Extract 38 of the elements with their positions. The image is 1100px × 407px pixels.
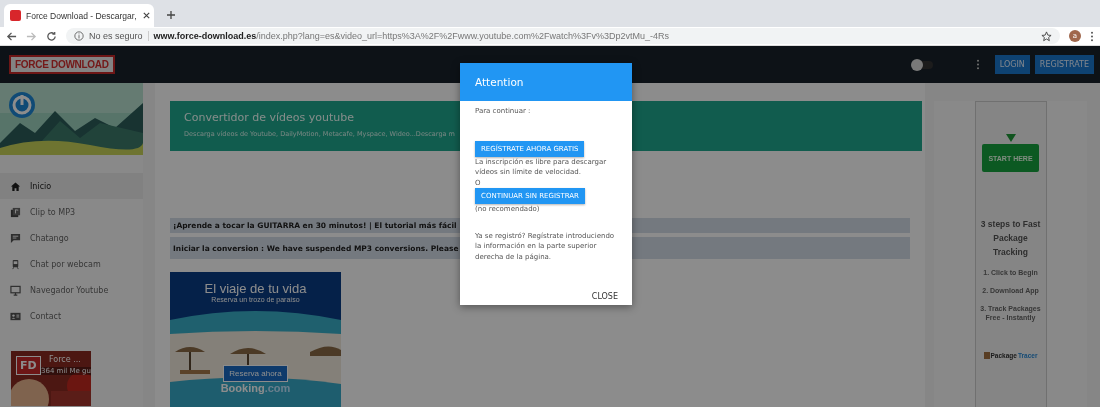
sidebar-item[interactable]: Contact <box>0 303 143 329</box>
dialog-title: Attention <box>475 76 524 88</box>
page-logo: FD <box>16 356 41 375</box>
sidebar-item[interactable]: Clip to MP3 <box>0 199 143 225</box>
menu-icon[interactable] <box>1090 30 1094 42</box>
webcam-icon <box>10 258 21 270</box>
down-arrow-icon <box>1005 134 1016 142</box>
back-icon[interactable] <box>6 30 17 42</box>
close-button[interactable]: CLOSE <box>591 290 618 303</box>
browser-tab[interactable]: Force Download - Descargar, <box>4 4 154 27</box>
contact-card-icon <box>10 310 21 322</box>
page-title: Convertidor de vídeos youtube <box>184 111 356 124</box>
toggle-switch[interactable] <box>912 60 933 69</box>
ad-brand: Booking.com <box>220 382 291 394</box>
tab-title: Force Download - Descargar, <box>26 10 137 21</box>
reserve-button[interactable]: Reserva ahora <box>223 365 288 382</box>
site-logo[interactable]: FORCE DOWNLOAD <box>9 55 115 74</box>
chat-icon <box>10 232 21 244</box>
sidebar-item[interactable]: Navegador Youtube <box>0 277 143 303</box>
home-icon <box>10 180 21 192</box>
header-button[interactable]: REGISTRATE <box>1034 55 1094 74</box>
clip-icon <box>10 206 21 218</box>
favicon-icon <box>10 10 21 21</box>
new-tab-icon[interactable] <box>166 10 176 20</box>
ad-heading: 3 steps to Fast Package Tracking <box>979 218 1042 259</box>
sidebar-item[interactable]: Chatango <box>0 225 143 251</box>
address-field[interactable]: No es seguro www.force-download.es/index.php?lang=es&video_url=https%3A%2F%2Fwww.youtube.com%2Fwatch%3Fv%3Dp2vtMu_-4Rs <box>66 28 1060 44</box>
star-icon[interactable] <box>1041 30 1052 42</box>
menu-icon[interactable] <box>975 59 980 70</box>
sidebar-item[interactable]: Chat por webcam <box>0 251 143 277</box>
page-name[interactable]: Force ... <box>49 355 81 364</box>
monitor-icon <box>10 284 21 296</box>
ad-headline: El viaje de tu vida <box>204 281 307 296</box>
close-icon[interactable] <box>141 11 151 20</box>
header-button[interactable]: LOGIN <box>994 55 1030 74</box>
reload-icon[interactable] <box>46 30 57 42</box>
sidebar-item[interactable]: Inicio <box>0 173 143 199</box>
info-icon <box>74 31 84 41</box>
